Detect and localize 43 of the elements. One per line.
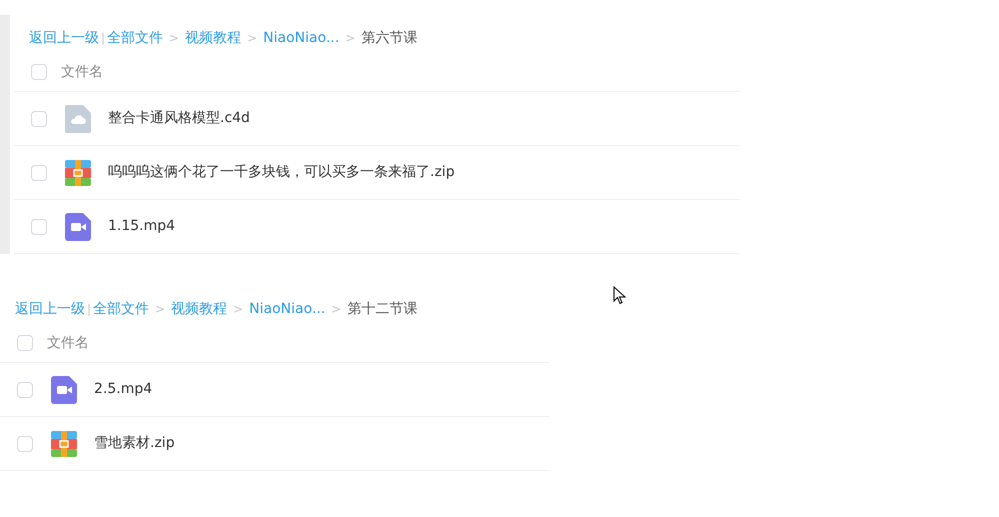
breadcrumb-link[interactable]: 全部文件 bbox=[107, 28, 164, 48]
cloud-file-icon bbox=[65, 104, 91, 132]
breadcrumb-link[interactable]: NiaoNiao... bbox=[249, 298, 326, 320]
breadcrumb-link[interactable]: 全部文件 bbox=[93, 298, 150, 320]
file-row[interactable]: 雪地素材.zip bbox=[0, 417, 550, 471]
breadcrumb-divider: | bbox=[87, 301, 92, 318]
checkbox[interactable] bbox=[31, 110, 47, 126]
breadcrumb-separator: > bbox=[345, 30, 356, 47]
breadcrumb-link[interactable]: 视频教程 bbox=[185, 28, 242, 48]
column-header: 文件名 bbox=[47, 334, 89, 352]
breadcrumb-separator: > bbox=[247, 30, 258, 47]
mouse-pointer-icon bbox=[613, 286, 626, 305]
checkbox[interactable] bbox=[31, 164, 47, 180]
breadcrumb-current: 第六节课 bbox=[361, 28, 418, 48]
column-header: 文件名 bbox=[61, 62, 103, 82]
video-file-icon bbox=[65, 212, 91, 240]
video-file-icon bbox=[51, 376, 77, 404]
file-name: 1.15.mp4 bbox=[108, 217, 176, 236]
breadcrumb-separator: > bbox=[155, 301, 166, 318]
breadcrumb-separator: > bbox=[331, 301, 342, 318]
archive-icon bbox=[51, 430, 77, 456]
file-row[interactable]: 整合卡通风格模型.c4d bbox=[14, 92, 740, 146]
file-row[interactable]: 呜呜呜这俩个花了一千多块钱，可以买多一条来福了.zip bbox=[14, 146, 740, 200]
checkbox[interactable] bbox=[17, 335, 33, 351]
breadcrumb-separator: > bbox=[169, 30, 180, 47]
breadcrumb-link[interactable]: NiaoNiao... bbox=[263, 28, 340, 48]
file-name: 整合卡通风格模型.c4d bbox=[108, 109, 250, 128]
file-name: 雪地素材.zip bbox=[94, 434, 175, 453]
checkbox[interactable] bbox=[17, 382, 33, 398]
file-row[interactable]: 1.15.mp4 bbox=[14, 200, 740, 254]
breadcrumb-current: 第十二节课 bbox=[347, 300, 418, 318]
breadcrumb-link[interactable]: 视频教程 bbox=[171, 298, 228, 320]
checkbox[interactable] bbox=[17, 436, 33, 452]
file-name: 2.5.mp4 bbox=[94, 380, 152, 399]
file-name: 呜呜呜这俩个花了一千多块钱，可以买多一条来福了.zip bbox=[108, 163, 455, 182]
breadcrumb-separator: > bbox=[233, 301, 244, 318]
breadcrumb-link[interactable]: 返回上一级 bbox=[29, 28, 99, 48]
checkbox[interactable] bbox=[31, 218, 47, 234]
archive-icon bbox=[65, 160, 91, 186]
breadcrumb-link[interactable]: 返回上一级 bbox=[15, 298, 85, 320]
file-row[interactable]: 2.5.mp4 bbox=[0, 363, 550, 417]
breadcrumb-divider: | bbox=[101, 30, 106, 47]
checkbox[interactable] bbox=[31, 64, 47, 80]
